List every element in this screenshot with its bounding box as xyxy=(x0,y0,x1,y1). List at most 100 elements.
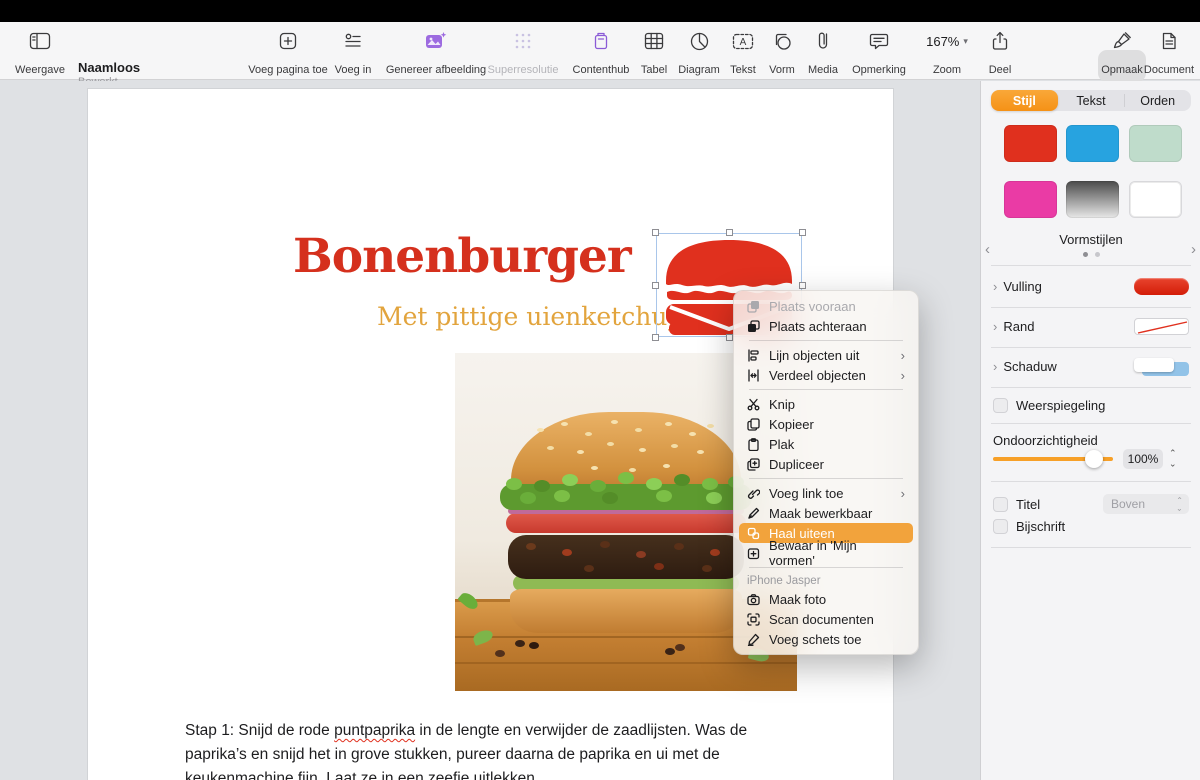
disclosure-chevron-icon[interactable]: › xyxy=(993,359,997,374)
menu-item-verdeel-objecten[interactable]: Verdeel objecten › xyxy=(739,365,913,385)
menu-label: Lijn objecten uit xyxy=(769,348,859,363)
share-icon xyxy=(992,28,1008,54)
shapes-button[interactable]: Vorm xyxy=(760,28,804,76)
divider xyxy=(991,265,1191,266)
disclosure-chevron-icon[interactable]: › xyxy=(993,279,997,294)
super-resolution-icon xyxy=(514,28,532,54)
menu-item-kopieer[interactable]: Kopieer xyxy=(739,414,913,434)
insert-label: Voeg in xyxy=(335,64,372,76)
generate-image-icon xyxy=(425,28,447,54)
opacity-stepper[interactable]: ⌃⌃ xyxy=(1169,448,1177,468)
caption-checkbox[interactable] xyxy=(993,519,1008,534)
chart-label: Diagram xyxy=(678,64,720,76)
resize-handle-ne[interactable] xyxy=(799,229,806,236)
resize-handle-w[interactable] xyxy=(652,282,659,289)
style-swatch-red[interactable] xyxy=(1004,125,1057,162)
menu-item-plak[interactable]: Plak xyxy=(739,434,913,454)
resize-handle-nw[interactable] xyxy=(652,229,659,236)
divider xyxy=(991,307,1191,308)
menu-item-voeg-link-toe[interactable]: Voeg link toe › xyxy=(739,483,913,503)
menu-item-dupliceer[interactable]: Dupliceer xyxy=(739,454,913,474)
swatch-page-dots[interactable] xyxy=(981,252,1200,257)
share-button[interactable]: Deel xyxy=(978,28,1022,76)
menu-item-maak-foto[interactable]: Maak foto xyxy=(739,589,913,609)
media-button[interactable]: Media xyxy=(800,28,846,76)
super-resolution-button: Superresolutie xyxy=(474,28,572,76)
style-swatch-white[interactable] xyxy=(1129,181,1182,218)
insert-icon xyxy=(343,28,363,54)
title-checkbox[interactable] xyxy=(993,497,1008,512)
opacity-label: Ondoorzichtigheid xyxy=(993,433,1098,448)
shadow-row[interactable]: › Schaduw xyxy=(981,351,1200,381)
tab-tekst[interactable]: Tekst xyxy=(1058,90,1125,111)
border-label: Rand xyxy=(1003,319,1034,334)
border-style-well[interactable] xyxy=(1134,318,1189,335)
title-position-dropdown[interactable]: Boven ⌃⌃ xyxy=(1103,494,1189,514)
shadow-style-well[interactable] xyxy=(1134,358,1189,375)
menu-item-maak-bewerkbaar[interactable]: Maak bewerkbaar xyxy=(739,503,913,523)
title-row[interactable]: Titel Boven ⌃⌃ xyxy=(981,493,1200,515)
divider xyxy=(991,481,1191,482)
disclosure-chevron-icon[interactable]: › xyxy=(993,319,997,334)
bean-patty xyxy=(508,535,744,579)
text-label: Tekst xyxy=(730,64,756,76)
reflection-checkbox[interactable] xyxy=(993,398,1008,413)
scissors-icon xyxy=(746,398,761,411)
step-text-before: Stap 1: Snijd de rode xyxy=(185,722,334,739)
fill-row[interactable]: › Vulling xyxy=(981,271,1200,301)
menu-item-scan-documenten[interactable]: Scan documenten xyxy=(739,609,913,629)
border-row[interactable]: › Rand xyxy=(981,311,1200,341)
resize-handle-e[interactable] xyxy=(799,282,806,289)
send-back-icon xyxy=(746,320,761,333)
divider xyxy=(991,387,1191,388)
media-label: Media xyxy=(808,64,838,76)
view-button[interactable]: Weergave xyxy=(12,28,68,76)
menu-item-knip[interactable]: Knip xyxy=(739,394,913,414)
paste-icon xyxy=(746,438,761,451)
resize-handle-s[interactable] xyxy=(726,334,733,341)
zoom-label: Zoom xyxy=(933,64,961,76)
burger-stack xyxy=(509,412,743,633)
menu-item-voeg-schets-toe[interactable]: Voeg schets toe xyxy=(739,629,913,649)
menu-item-bewaar-in-mijn-vormen[interactable]: Bewaar in 'Mijn vormen' xyxy=(739,543,913,563)
menu-separator xyxy=(749,389,903,390)
media-icon xyxy=(816,28,830,54)
menu-separator xyxy=(749,340,903,341)
comment-button[interactable]: Opmerking xyxy=(846,28,912,76)
table-icon xyxy=(644,28,664,54)
style-swatch-pink[interactable] xyxy=(1004,181,1057,218)
recipe-subtitle-text[interactable]: Met pittige uienketchup xyxy=(377,302,683,331)
table-label: Tabel xyxy=(641,64,667,76)
menu-item-lijn-objecten-uit[interactable]: Lijn objecten uit › xyxy=(739,345,913,365)
context-menu: Plaats vooraan Plaats achteraan Lijn obj… xyxy=(733,290,919,655)
comment-icon xyxy=(869,28,889,54)
format-label: Opmaak xyxy=(1101,64,1143,76)
style-swatch-mint[interactable] xyxy=(1129,125,1182,162)
opacity-slider-knob[interactable] xyxy=(1085,450,1103,468)
bring-front-icon xyxy=(746,300,761,313)
recipe-title-text[interactable]: Bonenburger xyxy=(293,229,631,284)
menu-label: Dupliceer xyxy=(769,457,824,472)
style-swatch-blue[interactable] xyxy=(1066,125,1119,162)
tab-stijl[interactable]: Stijl xyxy=(991,90,1058,111)
caption-row[interactable]: Bijschrift xyxy=(981,515,1200,537)
document-label: Document xyxy=(1144,64,1194,76)
menu-item-plaats-achteraan[interactable]: Plaats achteraan xyxy=(739,316,913,336)
menu-separator xyxy=(749,478,903,479)
format-inspector: Stijl Tekst Orden ‹ › Vormstijlen › Vull… xyxy=(980,81,1200,780)
insert-button[interactable]: Voeg in xyxy=(320,28,386,76)
stepper-up-icon[interactable]: ⌃ xyxy=(1169,448,1177,458)
resize-handle-n[interactable] xyxy=(726,229,733,236)
reflection-row[interactable]: Weerspiegeling xyxy=(981,393,1200,417)
recipe-step-paragraph[interactable]: Stap 1: Snijd de rode puntpaprika in de … xyxy=(185,719,801,780)
style-swatch-gradient[interactable] xyxy=(1066,181,1119,218)
document-button[interactable]: Document xyxy=(1138,28,1200,76)
align-objects-icon xyxy=(746,349,761,362)
fill-color-well[interactable] xyxy=(1134,278,1189,295)
stepper-down-icon[interactable]: ⌃ xyxy=(1169,458,1177,468)
zoom-control[interactable]: 167%▾ Zoom xyxy=(914,28,980,76)
tab-orden[interactable]: Orden xyxy=(1124,90,1191,111)
divider xyxy=(991,547,1191,548)
menu-label: Bewaar in 'Mijn vormen' xyxy=(769,538,905,568)
resize-handle-sw[interactable] xyxy=(652,334,659,341)
